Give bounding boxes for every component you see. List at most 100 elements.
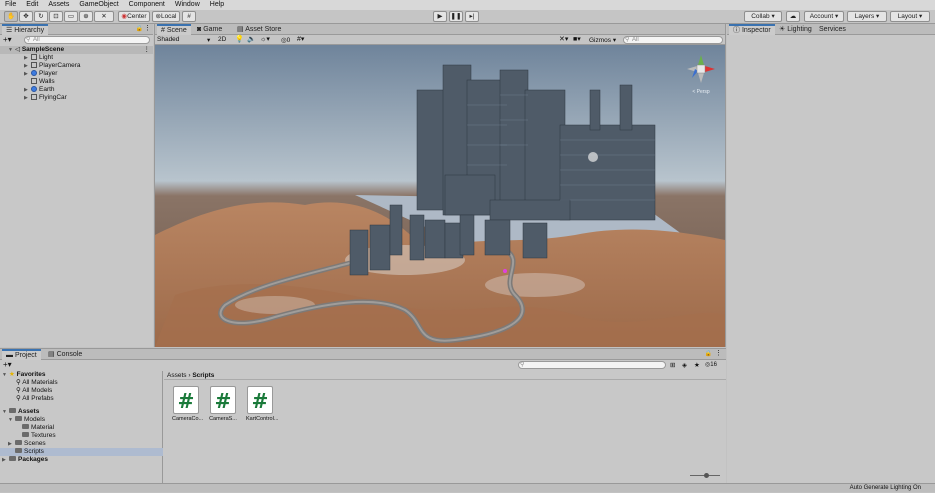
menu-window[interactable]: Window: [170, 0, 205, 10]
tools-dropdown[interactable]: ✕▾: [559, 35, 568, 43]
filter-type-icon[interactable]: ⊞: [670, 361, 675, 369]
lock-icon[interactable]: 🔒: [136, 25, 143, 32]
expand-arrow-icon[interactable]: ▼: [8, 46, 15, 54]
cloud-button[interactable]: ☁: [786, 11, 800, 22]
menu-dots-icon[interactable]: ⋮: [715, 349, 722, 357]
expand-arrow-icon[interactable]: ▶: [24, 94, 31, 102]
expand-arrow-icon[interactable]: ▶: [24, 54, 31, 62]
step-button[interactable]: ▸|: [465, 11, 479, 22]
scale-tool-button[interactable]: ⊡: [49, 11, 63, 22]
expand-arrow-icon[interactable]: ▶: [24, 70, 31, 78]
play-button[interactable]: ▶: [433, 11, 447, 22]
packages-row[interactable]: ▶ Packages: [0, 456, 48, 464]
tab-console[interactable]: ▤ Console: [44, 349, 86, 360]
folder-scripts[interactable]: Scripts: [0, 448, 163, 456]
expand-arrow-icon[interactable]: ▼: [2, 408, 9, 416]
scene-search-input[interactable]: ⚲ All: [623, 36, 723, 44]
shading-dropdown[interactable]: Shaded ▾: [157, 36, 213, 44]
slider-thumb[interactable]: [704, 473, 709, 478]
pause-button[interactable]: ❚❚: [449, 11, 463, 22]
tab-scene[interactable]: # Scene: [157, 24, 191, 35]
expand-arrow-icon[interactable]: ▶: [2, 456, 9, 464]
pivot-space-button[interactable]: ⊚Local: [152, 11, 180, 22]
favorite-all-models[interactable]: ⚲ All Models: [16, 387, 52, 395]
scene-menu-icon[interactable]: ⋮: [144, 46, 151, 54]
tab-hierarchy[interactable]: ☰ Hierarchy: [2, 24, 49, 35]
expand-arrow-icon[interactable]: ▼: [2, 371, 9, 379]
tab-project[interactable]: ▬ Project: [2, 349, 41, 360]
expand-arrow-icon[interactable]: ▶: [24, 62, 31, 70]
create-asset-button[interactable]: +▾: [3, 360, 12, 369]
favorite-all-materials[interactable]: ⚲ All Materials: [16, 379, 58, 387]
menu-assets[interactable]: Assets: [43, 0, 74, 10]
expand-arrow-icon[interactable]: ▶: [24, 86, 31, 94]
expand-arrow-icon[interactable]: ▼: [8, 416, 15, 424]
tab-game[interactable]: ◙ Game: [193, 24, 226, 35]
packages-label: Packages: [18, 456, 48, 463]
script-asset[interactable]: # CameraCo...: [172, 386, 203, 422]
menu-help[interactable]: Help: [205, 0, 229, 10]
pivot-mode-button[interactable]: ◉Center: [118, 11, 150, 22]
hierarchy-item-light[interactable]: ▶ Light: [0, 54, 53, 62]
effects-dropdown[interactable]: ☼▾: [260, 35, 270, 43]
folder-scenes[interactable]: ▶ Scenes: [8, 440, 46, 448]
orientation-gizmo[interactable]: < Persp: [683, 51, 719, 97]
folder-models[interactable]: ▼ Models: [8, 416, 45, 424]
hierarchy-item-flyingcar[interactable]: ▶ FlyingCar: [0, 94, 67, 102]
menu-edit[interactable]: Edit: [21, 0, 43, 10]
tab-inspector[interactable]: ⓘ Inspector: [729, 24, 775, 35]
assets-root-row[interactable]: ▼ Assets: [0, 408, 39, 416]
menu-file[interactable]: File: [0, 0, 21, 10]
project-search-input[interactable]: ⚲: [518, 361, 666, 369]
breadcrumb-assets[interactable]: Assets: [167, 372, 187, 379]
tab-lighting[interactable]: ☀ Lighting: [775, 24, 816, 35]
layout-dropdown[interactable]: Layout ▾: [890, 11, 930, 22]
custom-tool-button[interactable]: ✕: [94, 11, 114, 22]
hierarchy-item-label: Light: [39, 54, 54, 61]
script-asset[interactable]: # KartControl...: [246, 386, 278, 422]
create-plus-button[interactable]: +▾: [3, 35, 12, 44]
expand-arrow-icon[interactable]: ▶: [8, 440, 15, 448]
lighting-toggle-icon[interactable]: 💡: [235, 35, 244, 43]
audio-toggle-icon[interactable]: 🔈: [247, 35, 256, 43]
favorite-all-prefabs[interactable]: ⚲ All Prefabs: [16, 395, 54, 403]
gameobject-icon: [31, 94, 37, 100]
hierarchy-tabbar: ☰ Hierarchy 🔒 ⋮: [0, 24, 153, 35]
account-dropdown[interactable]: Account ▾: [804, 11, 844, 22]
tab-asset-store[interactable]: ▤ Asset Store: [233, 24, 285, 35]
hierarchy-item-earth[interactable]: ▶ Earth: [0, 86, 55, 94]
hierarchy-item-walls[interactable]: Walls: [0, 78, 55, 86]
hierarchy-item-player[interactable]: ▶ Player: [0, 70, 57, 78]
gizmos-dropdown[interactable]: Gizmos ▾: [589, 36, 616, 44]
menu-gameobject[interactable]: GameObject: [74, 0, 123, 10]
folder-textures[interactable]: Textures: [22, 432, 56, 440]
grid-snap-button[interactable]: #: [182, 11, 196, 22]
script-asset[interactable]: # CameraS...: [209, 386, 237, 422]
transform-tool-button[interactable]: ⊕: [79, 11, 93, 22]
layers-dropdown[interactable]: Layers ▾: [847, 11, 887, 22]
hand-tool-button[interactable]: ✋: [4, 11, 18, 22]
collab-dropdown[interactable]: Collab ▾: [744, 11, 782, 22]
grid-toggle-icon[interactable]: #▾: [297, 35, 304, 43]
menu-component[interactable]: Component: [124, 0, 170, 10]
hidden-packages-toggle[interactable]: ◎16: [705, 361, 717, 368]
breadcrumb-scripts[interactable]: Scripts: [192, 372, 214, 379]
filter-label-icon[interactable]: ◈: [682, 361, 687, 369]
camera-dropdown[interactable]: ■▾: [573, 35, 581, 43]
mode-2d-button[interactable]: 2D: [218, 36, 226, 43]
lock-icon[interactable]: 🔒: [705, 350, 712, 357]
hierarchy-item-playercamera[interactable]: ▶ PlayerCamera: [0, 62, 81, 70]
scene-root-row[interactable]: ▼ ◁ SampleScene ⋮: [0, 46, 153, 54]
hierarchy-search-input[interactable]: ⚲ All: [24, 36, 150, 44]
move-tool-button[interactable]: ✥: [19, 11, 33, 22]
favorites-row[interactable]: ▼ ★ Favorites: [0, 371, 46, 379]
tab-services[interactable]: Services: [815, 24, 850, 35]
menu-dots-icon[interactable]: ⋮: [144, 24, 151, 32]
icon-size-slider[interactable]: [690, 473, 720, 478]
favorite-star-icon[interactable]: ★: [694, 361, 700, 369]
rect-tool-button[interactable]: ▭: [64, 11, 78, 22]
hidden-objects-toggle[interactable]: ◎0: [281, 36, 290, 44]
folder-material[interactable]: Material: [22, 424, 54, 432]
scene-viewport[interactable]: < Persp: [155, 45, 725, 347]
rotate-tool-button[interactable]: ↻: [34, 11, 48, 22]
